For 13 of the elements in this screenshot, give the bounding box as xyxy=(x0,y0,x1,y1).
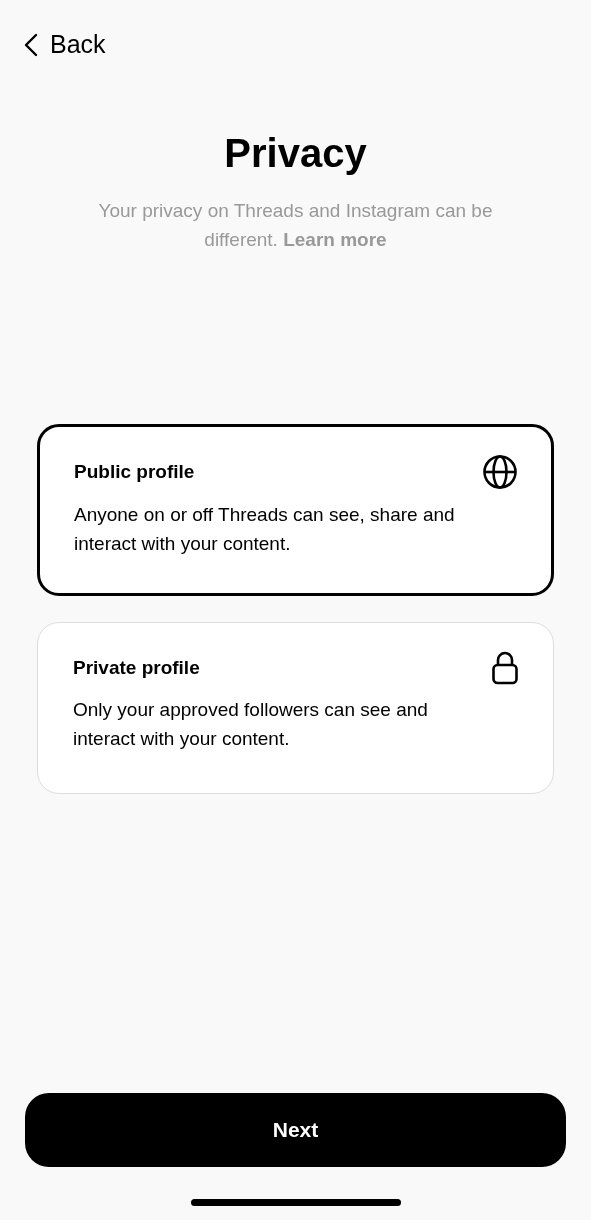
back-chevron-icon xyxy=(24,32,38,57)
lock-icon xyxy=(491,651,519,685)
option-description: Only your approved followers can see and interact with your content. xyxy=(73,698,429,751)
subtitle-text: Your privacy on Threads and Instagram can be different. Learn more xyxy=(97,199,494,252)
profile-option-card[interactable]: Public profile Anyone on or off Threads can see, share and interact with your content. xyxy=(37,424,554,596)
option-title: Public profile xyxy=(74,461,195,483)
option-description: Anyone on or off Threads can see, share and interact with your content. xyxy=(74,503,456,556)
option-title: Private profile xyxy=(73,657,200,679)
back-button[interactable]: Back xyxy=(24,30,106,59)
profile-option-card[interactable]: Private profile Only your approved followers can see and interact with your content. xyxy=(37,622,554,794)
next-button[interactable]: Next xyxy=(25,1093,566,1167)
page-title: Privacy xyxy=(223,131,368,176)
globe-icon xyxy=(482,454,518,490)
